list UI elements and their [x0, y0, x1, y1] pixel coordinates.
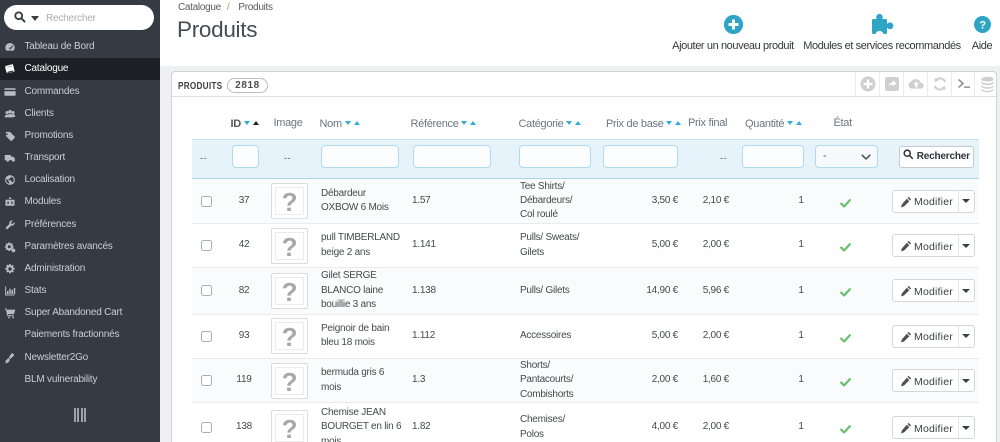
- svg-text:?: ?: [979, 20, 986, 32]
